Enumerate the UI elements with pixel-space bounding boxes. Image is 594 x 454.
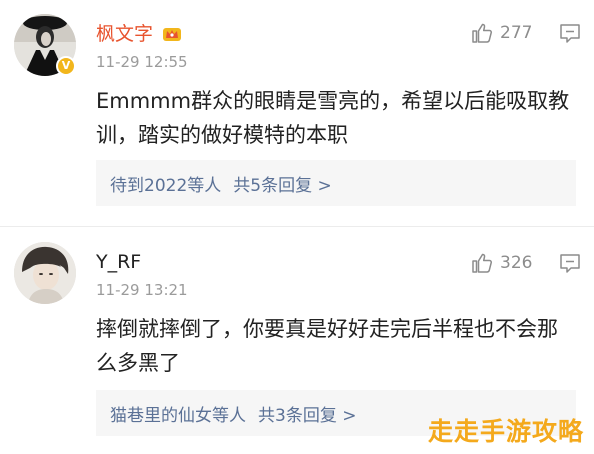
comment-bubble-icon[interactable] (558, 22, 582, 44)
thumbs-up-icon (472, 253, 493, 273)
verified-badge-icon: V (56, 56, 76, 76)
divider (0, 226, 594, 227)
reply-count: 共5条回复 > (233, 175, 332, 196)
comment-text: Emmmm群众的眼睛是雪亮的，希望以后能吸取教训，踏实的做好模特的本职 (96, 89, 570, 147)
like-button[interactable]: 277 (470, 20, 532, 46)
comment-timestamp: 11-29 13:21 (96, 281, 188, 299)
username[interactable]: Y_RF (96, 250, 141, 274)
comment-text: 摔倒就摔倒了，你要真是好好走完后半程也不会那么多黑了 (96, 317, 558, 375)
thumbs-up-icon (472, 23, 493, 43)
like-button[interactable]: 326 (470, 250, 532, 276)
like-count: 326 (500, 253, 533, 273)
username[interactable]: 枫文字 (96, 22, 153, 46)
vip-crown-icon (163, 28, 181, 41)
reply-authors: 猫巷里的仙女等人 (110, 405, 246, 426)
replies-link[interactable]: 待到2022等人 共5条回复 > (96, 160, 576, 206)
comment-1: V 枫文字 11-29 12:55 277 Emmmm群众的眼睛是雪亮的，希望以… (0, 0, 594, 224)
reply-count: 共3条回复 > (258, 405, 357, 426)
reply-authors: 待到2022等人 (110, 175, 222, 196)
avatar[interactable] (14, 242, 76, 304)
comment-timestamp: 11-29 12:55 (96, 53, 188, 71)
comment-bubble-icon[interactable] (558, 252, 582, 274)
site-watermark: 走走手游攻略 (427, 417, 584, 446)
like-count: 277 (500, 23, 533, 43)
